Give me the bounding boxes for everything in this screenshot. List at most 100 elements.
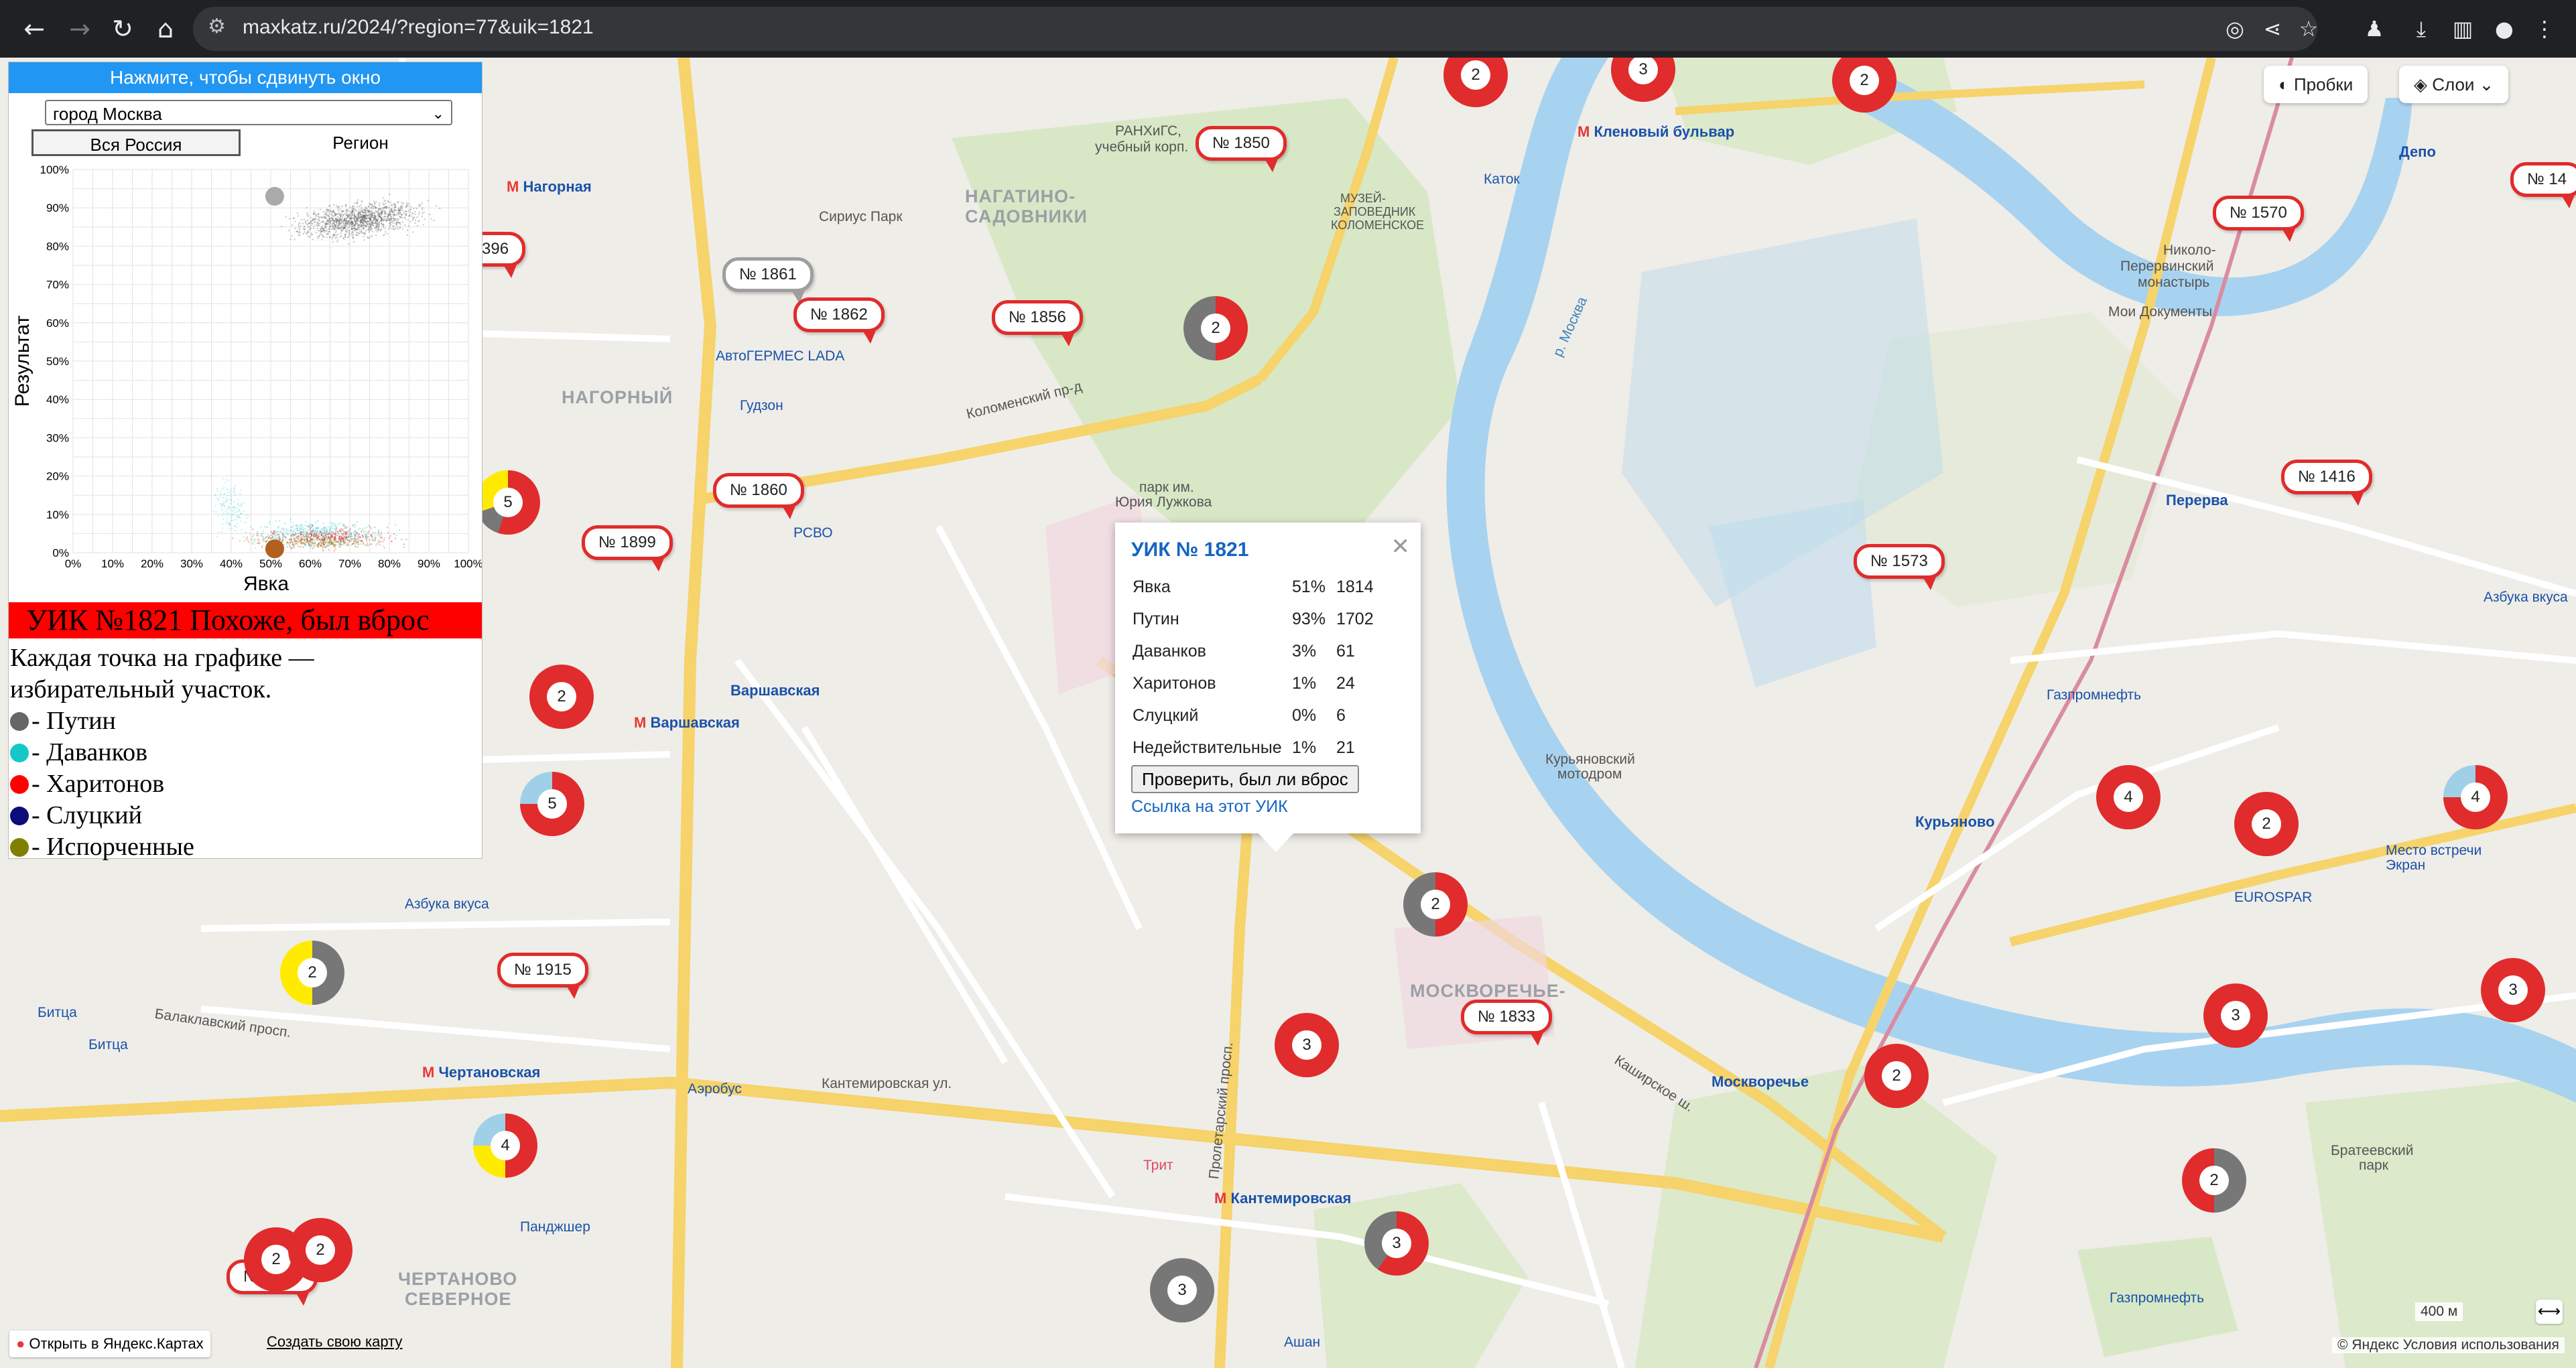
station-label[interactable]: Варшавская: [730, 682, 820, 699]
uik-tag[interactable]: № 1860: [713, 473, 804, 519]
poi-label[interactable]: Экран: [2386, 858, 2425, 874]
uik-cluster[interactable]: 5: [520, 772, 584, 836]
tab-region[interactable]: Регион: [263, 129, 458, 156]
metro-station[interactable]: M Кленовый бульвар: [1577, 123, 1734, 141]
poi-label[interactable]: АвтоГЕРМЕС LADA: [716, 348, 844, 364]
address-bar[interactable]: ⚙ maxkatz.ru/2024/?region=77&uik=1821 ◎ …: [193, 7, 2318, 51]
uik-tag[interactable]: № 14: [2510, 162, 2576, 208]
uik-cluster[interactable]: 2: [2234, 792, 2299, 856]
uik-tag[interactable]: № 1856: [992, 300, 1083, 346]
uik-tag[interactable]: № 1861: [722, 257, 814, 303]
poi-label[interactable]: Ашан: [1284, 1335, 1320, 1351]
uik-cluster[interactable]: 4: [2096, 765, 2161, 829]
uik-tag[interactable]: № 1416: [2281, 460, 2372, 506]
uik-cluster[interactable]: 3: [1364, 1211, 1429, 1276]
share-icon[interactable]: ⋖: [2257, 13, 2288, 44]
back-arrow-icon[interactable]: ←: [17, 12, 51, 46]
uik-cluster[interactable]: 5: [476, 470, 540, 535]
ruler-icon[interactable]: ⟷: [2536, 1300, 2563, 1324]
create-map-link[interactable]: Создать свою карту: [267, 1333, 402, 1351]
uik-cluster[interactable]: 2: [2182, 1148, 2246, 1213]
precinct-point: [294, 534, 296, 536]
uik-cluster[interactable]: 2: [1864, 1044, 1929, 1108]
legend-swatch: [10, 807, 29, 825]
uik-cluster[interactable]: 2: [529, 665, 594, 729]
uik-cluster[interactable]: 3: [1275, 1013, 1339, 1077]
profile-icon[interactable]: ●: [2489, 13, 2520, 44]
menu-dots-icon[interactable]: ⋮: [2529, 13, 2560, 44]
poi-label[interactable]: Азбука вкуса: [405, 896, 489, 912]
uik-cluster[interactable]: 2: [288, 1218, 352, 1282]
extension-icon[interactable]: ♟: [2359, 13, 2390, 44]
uik-tag[interactable]: № 1573: [1854, 544, 1945, 590]
poi-label[interactable]: Аэробус: [688, 1081, 742, 1097]
precinct-point: [421, 215, 423, 217]
uik-cluster[interactable]: 4: [2443, 765, 2508, 829]
metro-station[interactable]: M Варшавская: [634, 714, 740, 732]
uik-tag[interactable]: № 1862: [793, 297, 885, 344]
uik-cluster[interactable]: 3: [1150, 1258, 1214, 1322]
poi-label[interactable]: РСВО: [793, 525, 833, 541]
sidebar-icon[interactable]: ▥: [2447, 13, 2478, 44]
traffic-button[interactable]: ◐ Пробки: [2264, 66, 2368, 103]
poi-label[interactable]: Каток: [1484, 172, 1520, 188]
site-info-icon[interactable]: ⚙: [208, 15, 226, 38]
uik-cluster[interactable]: 2: [1403, 872, 1468, 937]
precinct-point: [422, 224, 424, 226]
download-icon[interactable]: ⤓: [2406, 13, 2437, 44]
poi-label[interactable]: Гудзон: [740, 398, 783, 414]
poi-label[interactable]: Азбука вкуса: [2484, 590, 2568, 606]
station-label[interactable]: Москворечье: [1712, 1073, 1809, 1091]
legend-swatch: [10, 838, 29, 857]
precinct-point: [360, 222, 362, 224]
poi-label[interactable]: Трит: [1143, 1158, 1173, 1174]
poi-label[interactable]: Газпромнефть: [2110, 1290, 2204, 1306]
station-label[interactable]: Депо: [2399, 143, 2436, 161]
region-select[interactable]: город Москва ⌄: [45, 100, 452, 125]
uik-cluster[interactable]: 2: [1183, 296, 1248, 360]
uik-cluster[interactable]: 2: [280, 941, 344, 1005]
precinct-point: [328, 205, 330, 207]
precinct-point: [275, 532, 277, 534]
uik-tag[interactable]: № 1850: [1196, 126, 1287, 172]
bookmark-star-icon[interactable]: ☆: [2293, 13, 2324, 44]
precinct-point: [328, 210, 330, 212]
station-label[interactable]: Курьяново: [1915, 813, 1995, 831]
metro-station[interactable]: M Кантемировская: [1214, 1190, 1351, 1207]
precinct-point: [369, 543, 371, 545]
precinct-point: [291, 235, 293, 237]
forward-arrow-icon[interactable]: →: [63, 12, 96, 46]
copyright[interactable]: © Яндекс Условия использования: [2332, 1337, 2565, 1353]
reload-icon[interactable]: ↻: [106, 12, 139, 46]
precinct-point: [330, 537, 332, 539]
uik-cluster[interactable]: 4: [473, 1113, 537, 1178]
eye-off-icon[interactable]: ◎: [2219, 13, 2250, 44]
poi-label[interactable]: Битца: [88, 1037, 128, 1053]
poi-label[interactable]: Место встречи: [2386, 843, 2482, 859]
metro-station[interactable]: M Чертановская: [422, 1064, 540, 1081]
station-label[interactable]: Перерва: [2166, 492, 2228, 509]
poi-label[interactable]: Битца: [38, 1005, 77, 1021]
metro-station[interactable]: M Нагорная: [507, 178, 592, 196]
popup-cell-count: 21: [1336, 738, 1355, 757]
open-yandex-maps-button[interactable]: ● Открыть в Яндекс.Картах: [9, 1330, 210, 1357]
check-stuffing-button[interactable]: Проверить, был ли вброс: [1131, 765, 1359, 793]
home-icon[interactable]: ⌂: [149, 12, 182, 46]
precinct-point: [358, 212, 360, 214]
uik-tag[interactable]: № 1915: [497, 953, 588, 999]
tab-all-russia[interactable]: Вся Россия: [31, 129, 241, 156]
uik-cluster[interactable]: 3: [2203, 983, 2268, 1048]
uik-tag[interactable]: № 1570: [2213, 196, 2304, 242]
uik-cluster[interactable]: 3: [2481, 958, 2545, 1022]
close-icon[interactable]: ✕: [1391, 533, 1411, 560]
uik-tag[interactable]: № 1899: [582, 525, 673, 571]
uik-tag[interactable]: № 1833: [1461, 1000, 1552, 1046]
layers-button[interactable]: ◈ Слои ⌄: [2399, 66, 2509, 103]
poi-label[interactable]: Панджшер: [520, 1219, 590, 1235]
poi-label[interactable]: Газпромнефть: [2047, 687, 2141, 703]
panel-drag-header[interactable]: Нажмите, чтобы сдвинуть окно: [9, 62, 482, 93]
y-tick-label: 30%: [46, 431, 69, 444]
url-text[interactable]: maxkatz.ru/2024/?region=77&uik=1821: [243, 16, 594, 39]
poi-label[interactable]: EUROSPAR: [2234, 890, 2312, 906]
uik-permalink[interactable]: Ссылка на этот УИК: [1131, 797, 1288, 817]
